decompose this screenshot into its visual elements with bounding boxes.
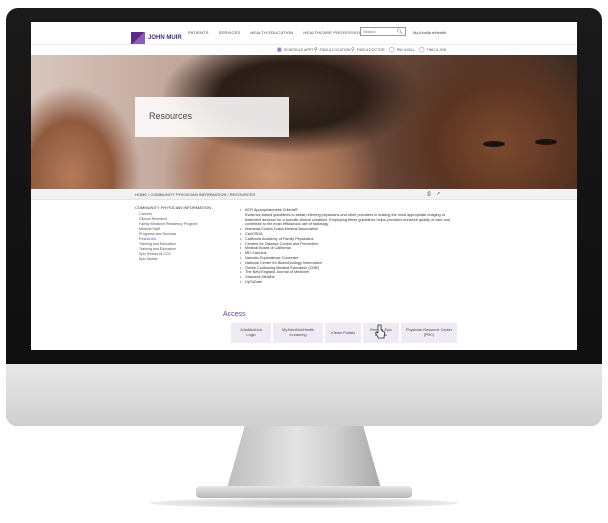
hero-eye (483, 141, 505, 147)
sidebar-nav: COMMUNITY PHYSICIAN INFORMATION Careers … (135, 205, 235, 262)
resource-description: Evidence-based guidelines to assist refe… (245, 212, 450, 227)
util-pay-bill[interactable]: ◯ PAY A BILL (389, 47, 415, 53)
breadcrumb-bar: HOME / COMMUNITY PHYSICIAN INFORMATION /… (31, 189, 577, 200)
access-johnmuirlink-button[interactable]: JohnMuirLink Login (231, 323, 271, 343)
nav-patients[interactable]: PATIENTS (188, 30, 209, 35)
page-tools: ⎙ ↗ (427, 191, 440, 197)
hero-eye (535, 139, 557, 145)
share-icon[interactable]: ↗ (436, 191, 440, 197)
hero-image: Resources (31, 55, 577, 189)
mychart-link[interactable]: MyJohnMuirHealth (413, 30, 446, 35)
logo-mark-icon (131, 31, 145, 44)
util-label: FIND A JOB (426, 48, 446, 52)
util-label: PAY A BILL (396, 48, 415, 52)
page-title: Resources (149, 111, 193, 121)
access-elearning-button[interactable]: MyJohnMuirHealth eLearning (273, 323, 323, 343)
gift-icon: ◯ (419, 47, 425, 53)
monitor-base (196, 486, 412, 498)
doctor-icon: ⚲ (314, 47, 318, 53)
monitor-chin (6, 364, 602, 426)
util-schedule-appt[interactable]: ▦ SCHEDULE APPT (277, 47, 314, 53)
print-icon[interactable]: ⎙ (427, 191, 431, 197)
calendar-icon: ▦ (277, 47, 282, 53)
resource-list: ACR Appropriateness Criteria® Evidence-b… (239, 208, 459, 285)
resource-link[interactable]: UpToDate (239, 280, 459, 285)
site-header: JOHN MUIR HEALTH PATIENTS SERVICES HEALT… (31, 22, 577, 49)
browser-screen: JOHN MUIR HEALTH PATIENTS SERVICES HEALT… (31, 22, 577, 350)
sidebar-item-epic-mobile[interactable]: Epic Mobile (135, 257, 235, 262)
util-label: SCHEDULE APPT (283, 48, 314, 52)
doctor-icon: ⚲ (351, 47, 355, 53)
access-prc-button[interactable]: Physician Resource Center (PRC) (401, 323, 457, 343)
hand-cursor-icon (374, 324, 385, 339)
util-label: FIND A DOCTOR (356, 48, 385, 52)
logo-name: JOHN MUIR (148, 35, 182, 41)
nav-health-education[interactable]: HEALTH EDUCATION (250, 30, 293, 35)
access-buttons: JohnMuirLink Login MyJohnMuirHealth eLea… (231, 323, 457, 343)
util-find-location[interactable]: ⚲ FIND A LOCATION (314, 47, 350, 53)
utility-bar: ▦ SCHEDULE APPT ⚲ FIND A LOCATION ⚲ FIND… (31, 44, 577, 54)
pay-icon: ◯ (389, 47, 395, 53)
search-input[interactable]: Search 🔍︎ (360, 27, 406, 36)
breadcrumb[interactable]: HOME / COMMUNITY PHYSICIAN INFORMATION /… (135, 192, 255, 197)
main-nav: PATIENTS SERVICES HEALTH EDUCATION HEALT… (188, 30, 370, 35)
search-icon[interactable]: 🔍︎ (397, 29, 403, 35)
util-find-doctor[interactable]: ⚲ FIND A DOCTOR (351, 47, 385, 53)
monitor-stand (226, 426, 382, 492)
nav-services[interactable]: SERVICES (219, 30, 241, 35)
util-label: FIND A LOCATION (319, 48, 351, 52)
monitor-shadow (150, 498, 458, 508)
hero-title-box: Resources (135, 97, 289, 137)
sidebar-title[interactable]: COMMUNITY PHYSICIAN INFORMATION (135, 205, 235, 210)
access-eteam-button[interactable]: eTeam Portals (325, 323, 361, 343)
util-find-job[interactable]: ◯ FIND A JOB (419, 47, 446, 53)
search-placeholder: Search (363, 29, 376, 34)
resource-link-acr[interactable]: ACR Appropriateness Criteria® (239, 208, 459, 213)
access-heading: Access (223, 311, 246, 318)
